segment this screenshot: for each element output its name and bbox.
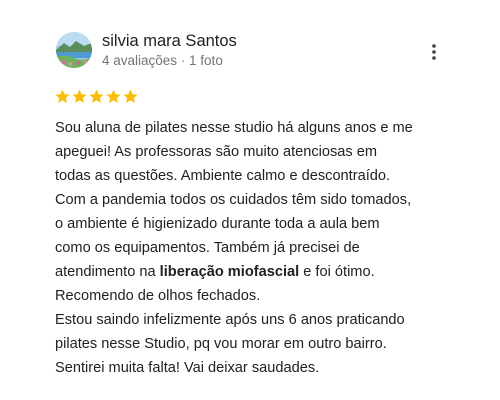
star-icon <box>89 89 104 103</box>
review-text-line: Com a pandemia todos os cuidados têm sid… <box>55 192 412 208</box>
review-text-line: o ambiente é higienizado durante toda a … <box>55 216 380 232</box>
star-rating <box>54 88 139 108</box>
review-text-line: apeguei! As professoras são muito atenci… <box>55 144 378 160</box>
review-text-line: todas as questões. Ambiente calmo e desc… <box>55 168 391 184</box>
review-text-segment: e foi ótimo. <box>299 264 375 280</box>
more-vert-icon <box>432 44 436 60</box>
author-meta: 4 avaliações · 1 foto <box>102 53 223 68</box>
review-text-line: Sou aluna de pilates nesse studio há alg… <box>55 120 413 136</box>
highlighted-keyword: liberação miofascial <box>159 264 300 280</box>
author-avatar[interactable] <box>56 32 92 68</box>
review-text-line: Sentirei muita falta! Vai deixar saudade… <box>55 360 320 376</box>
landscape-avatar-icon <box>56 32 92 68</box>
star-icon <box>106 89 121 103</box>
review-text-line: como os equipamentos. Também já precisei… <box>55 240 360 256</box>
review-text-line: pilates nesse Studio, pq vou morar em ou… <box>55 336 387 352</box>
review-header: silvia mara Santos 4 avaliações · 1 foto <box>56 32 476 72</box>
review-text-line: Recomendo de olhos fechados. <box>55 288 261 304</box>
star-icon <box>123 89 138 103</box>
star-icon <box>55 89 70 103</box>
review-text-line-highlight: atendimento na liberação miofascial e fo… <box>55 260 485 284</box>
author-name[interactable]: silvia mara Santos <box>102 32 237 51</box>
review-text: Sou aluna de pilates nesse studio há alg… <box>55 116 485 380</box>
more-options-button[interactable] <box>426 42 442 62</box>
review-text-segment: atendimento na <box>55 264 160 280</box>
review-text-line: Estou saindo infelizmente após uns 6 ano… <box>55 312 405 328</box>
review-card: silvia mara Santos 4 avaliações · 1 foto… <box>0 0 500 400</box>
star-icon <box>72 89 87 103</box>
